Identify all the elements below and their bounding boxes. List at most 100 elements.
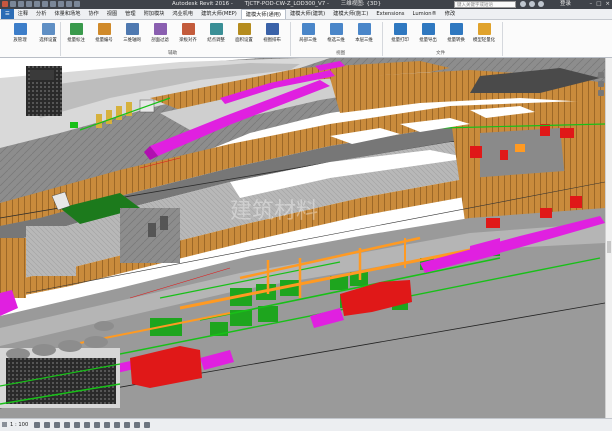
crop-icon[interactable] — [84, 422, 90, 428]
ribbon-button-5[interactable]: 剖面过滤 — [146, 23, 174, 49]
ribbon-button-4[interactable]: 三维轴网 — [118, 23, 146, 49]
view-control-bar: 1 : 100 — [0, 418, 612, 431]
redo-icon[interactable] — [34, 1, 40, 7]
ribbon-button-7[interactable]: 结点调整 — [202, 23, 230, 49]
subscription-icon[interactable] — [529, 1, 535, 7]
application-menu-button[interactable]: ☰ — [1, 9, 14, 19]
render-icon[interactable] — [74, 422, 80, 428]
open-icon[interactable] — [10, 1, 16, 7]
measure-icon[interactable] — [50, 1, 56, 7]
tab-1[interactable]: 注释 — [14, 9, 32, 19]
reveal-hidden-icon[interactable] — [124, 422, 130, 428]
tab-5[interactable]: 视图 — [103, 9, 121, 19]
tab-8[interactable]: 鸿业机电 — [168, 9, 197, 19]
minimize-icon[interactable]: – — [589, 0, 592, 9]
temporary-hide-icon[interactable] — [114, 422, 120, 428]
print-icon[interactable] — [42, 1, 48, 7]
tab-3[interactable]: 体量和场地 — [50, 9, 84, 19]
ribbon-button-label: 族管理 — [13, 38, 27, 43]
watermark: 建筑材料 — [230, 199, 318, 224]
ribbon-button-label: 模型轻量化 — [473, 38, 495, 43]
ribbon-button-16[interactable]: 模型轻量化 — [470, 23, 498, 49]
document-name: TJCTF-POD-CW-Z_LOD300_V7 - — [244, 1, 330, 7]
maximize-icon[interactable]: □ — [596, 0, 601, 9]
ribbon-button-0[interactable]: 族管理 — [6, 23, 34, 49]
ribbon-button-10[interactable]: 局部三维 — [294, 23, 322, 49]
viewcube-icon[interactable] — [597, 72, 604, 78]
ribbon: 族管理 选择设置 批量标注 批量编号 三维轴网 剖面过滤 梁板对齐 结点调整 面积设置 视图排布 局… — [0, 20, 612, 58]
ribbon-button-label: 视图排布 — [263, 38, 281, 43]
login-link[interactable]: 登录 — [560, 0, 571, 9]
ribbon-tabs: ☰ 注释 分析 体量和场地 协作 视图 管理 附加模块 鸿业机电 建筑大师(MEP) 建模大师(通用… — [0, 9, 612, 20]
tab-9[interactable]: 建筑大师(MEP) — [197, 9, 241, 19]
ribbon-button-3[interactable]: 批量编号 — [90, 23, 118, 49]
ribbon-button-13[interactable]: 批量打印 — [386, 23, 414, 49]
ribbon-panel-label: 视图 — [336, 51, 346, 56]
vertical-scrollbar[interactable] — [605, 58, 612, 418]
tab-14[interactable]: Lumion® — [409, 9, 441, 19]
text-icon[interactable] — [66, 1, 72, 7]
tab-2[interactable]: 分析 — [32, 9, 50, 19]
detail-level-icon[interactable] — [34, 422, 40, 428]
revit-window: Autodesk Revit 2016 - TJCTF-POD-CW-Z_LOD… — [0, 0, 612, 431]
tab-10[interactable]: 建模大师(通用) — [240, 9, 286, 19]
3d-model-view[interactable]: 建筑材料 — [0, 58, 605, 418]
ribbon-panel-label: 辅助 — [168, 51, 178, 56]
chiller-units — [26, 66, 62, 116]
ribbon-button-label: 批量标注 — [67, 38, 85, 43]
ribbon-button-label: 选择设置 — [39, 38, 57, 43]
ribbon-button-icon — [265, 23, 279, 35]
tab-6[interactable]: 管理 — [121, 9, 139, 19]
quick-access-toolbar — [2, 1, 80, 7]
ribbon-button-label: 批量打印 — [391, 38, 409, 43]
ribbon-button-icon — [477, 23, 491, 35]
highlight-displacement-icon[interactable] — [144, 422, 150, 428]
analytical-model-icon[interactable] — [134, 422, 140, 428]
save-icon[interactable] — [18, 1, 24, 7]
ribbon-button-icon — [69, 23, 83, 35]
tab-4[interactable]: 协作 — [84, 9, 102, 19]
search-icon[interactable] — [520, 1, 526, 7]
3d-viewport[interactable]: 建筑材料 — [0, 58, 605, 418]
scrollbar-thumb[interactable] — [607, 241, 611, 253]
zoom-icon[interactable] — [597, 90, 604, 96]
tab-13[interactable]: Extensions — [372, 9, 408, 19]
sun-path-icon[interactable] — [54, 422, 60, 428]
ribbon-button-15[interactable]: 批量转换 — [442, 23, 470, 49]
ribbon-button-12[interactable]: 本层三维 — [350, 23, 378, 49]
user-tools — [520, 1, 544, 7]
lock-icon[interactable] — [104, 422, 110, 428]
steering-wheel-icon[interactable] — [597, 81, 604, 87]
undo-icon[interactable] — [26, 1, 32, 7]
ribbon-button-11[interactable]: 框选三维 — [322, 23, 350, 49]
ribbon-button-icon — [153, 23, 167, 35]
shadows-icon[interactable] — [64, 422, 70, 428]
tab-15[interactable]: 修改 — [441, 9, 459, 19]
ribbon-button-icon — [41, 23, 55, 35]
ribbon-button-label: 批量导出 — [419, 38, 437, 43]
ribbon-button-1[interactable]: 选择设置 — [34, 23, 62, 49]
user-icon[interactable] — [538, 1, 544, 7]
view-scale[interactable]: 1 : 100 — [10, 419, 28, 431]
ribbon-button-8[interactable]: 面积设置 — [230, 23, 258, 49]
tab-7[interactable]: 附加模块 — [140, 9, 169, 19]
3d-view-icon[interactable] — [74, 1, 80, 7]
search-input[interactable]: 键入关键字或短语 — [454, 1, 516, 8]
panel-toggle-icon[interactable] — [2, 422, 7, 427]
close-icon[interactable]: × — [605, 0, 610, 9]
ribbon-button-icon — [449, 23, 463, 35]
panel-separator — [382, 22, 383, 56]
tab-12[interactable]: 建模大师(施工) — [329, 9, 372, 19]
crop-region-icon[interactable] — [94, 422, 100, 428]
tab-11[interactable]: 建模大师(建筑) — [286, 9, 329, 19]
ribbon-button-6[interactable]: 梁板对齐 — [174, 23, 202, 49]
dimension-icon[interactable] — [58, 1, 64, 7]
revit-logo-icon[interactable] — [2, 1, 8, 7]
ribbon-button-icon — [125, 23, 139, 35]
ribbon-button-14[interactable]: 批量导出 — [414, 23, 442, 49]
ribbon-button-9[interactable]: 视图排布 — [258, 23, 286, 49]
visual-style-icon[interactable] — [44, 422, 50, 428]
ribbon-button-label: 框选三维 — [327, 38, 345, 43]
ribbon-button-2[interactable]: 批量标注 — [62, 23, 90, 49]
app-name: Autodesk Revit 2016 - — [172, 1, 233, 7]
